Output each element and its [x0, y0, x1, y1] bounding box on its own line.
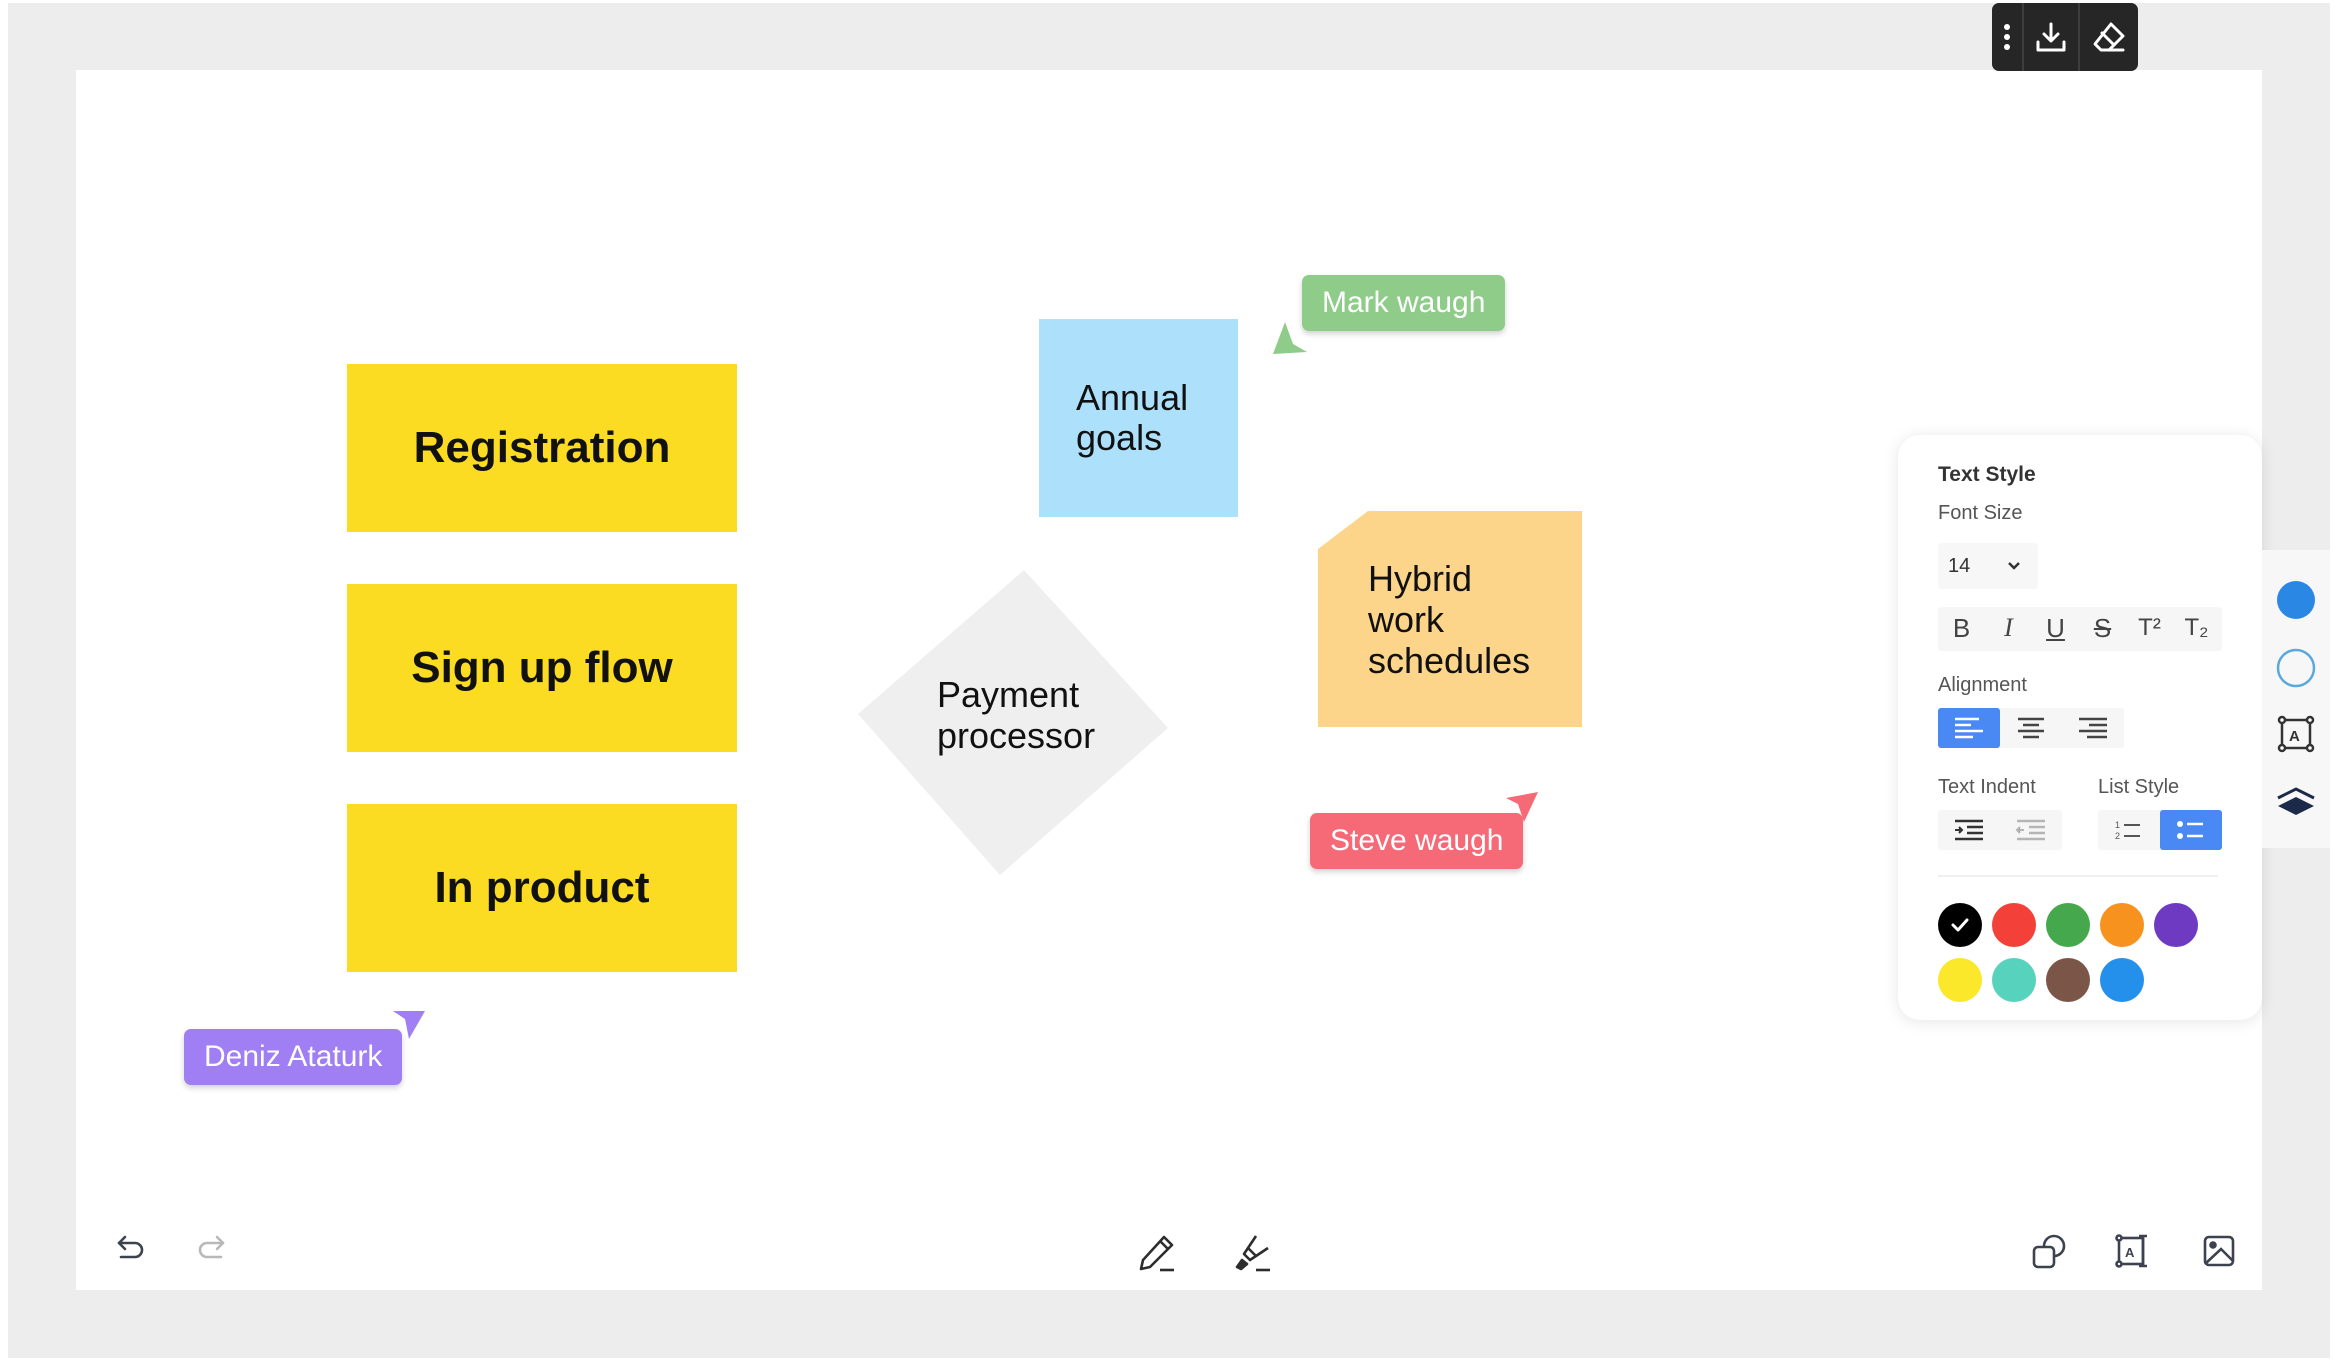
- color-swatch[interactable]: [1938, 903, 1982, 947]
- decrease-indent-icon: [2015, 819, 2045, 841]
- svg-text:2: 2: [2115, 831, 2120, 841]
- sticky-note-text: In product: [434, 863, 650, 912]
- format-buttons-group: B I U S T² T₂: [1938, 607, 2222, 651]
- color-swatch[interactable]: [1992, 903, 2036, 947]
- shapes-button[interactable]: [2024, 1226, 2074, 1276]
- align-right-button[interactable]: [2062, 708, 2124, 748]
- list-style-group: 12: [2098, 810, 2222, 850]
- image-button[interactable]: [2194, 1226, 2244, 1276]
- cursor-arrow-steve-waugh: [1506, 792, 1538, 822]
- layers-button[interactable]: [2262, 772, 2330, 832]
- cursor-label-steve-waugh: Steve waugh: [1310, 813, 1524, 869]
- sticky-note-registration[interactable]: Registration: [347, 364, 737, 532]
- align-left-button[interactable]: [1938, 708, 2000, 748]
- cursor-label-deniz-ataturk: Deniz Ataturk: [184, 1029, 403, 1085]
- highlighter-icon: [1235, 1235, 1270, 1272]
- sticky-note-annual-goals[interactable]: Annual goals: [1039, 319, 1238, 517]
- pen-tool-button[interactable]: [1132, 1228, 1182, 1278]
- font-size-select[interactable]: 14: [1938, 543, 2038, 589]
- alignment-group: [1938, 708, 2124, 748]
- side-toolbar: A: [2262, 550, 2330, 848]
- sticky-note-text: Sign up flow: [411, 643, 673, 692]
- redo-icon: [198, 1235, 225, 1259]
- color-swatch[interactable]: [1938, 958, 1982, 1002]
- bulleted-list-button[interactable]: [2160, 810, 2222, 850]
- more-options-button[interactable]: [1992, 3, 2022, 71]
- svg-text:A: A: [2125, 1245, 2135, 1260]
- align-center-button[interactable]: [2000, 708, 2062, 748]
- text-box-button[interactable]: A: [2262, 704, 2330, 764]
- bold-button[interactable]: B: [1938, 607, 1985, 649]
- fill-color-button[interactable]: [2262, 570, 2330, 630]
- color-swatch[interactable]: [2046, 903, 2090, 947]
- font-size-value: 14: [1948, 554, 1971, 577]
- layers-icon: [2277, 787, 2315, 815]
- color-swatch[interactable]: [2154, 903, 2198, 947]
- align-center-icon: [2018, 717, 2044, 739]
- bulleted-list-icon: [2177, 821, 2203, 839]
- sticky-note-text: Hybrid work schedules: [1368, 557, 1531, 681]
- border-color-button[interactable]: [2262, 638, 2330, 698]
- pen-icon: [1139, 1235, 1174, 1272]
- strikethrough-button[interactable]: S: [2079, 607, 2126, 649]
- fill-color-icon: [2277, 581, 2315, 619]
- top-toolbar: [1992, 3, 2138, 71]
- download-button[interactable]: [2024, 3, 2078, 71]
- shapes-icon: [2032, 1234, 2066, 1269]
- eraser-icon: [2093, 22, 2125, 52]
- more-vertical-icon: [2004, 24, 2010, 50]
- text-indent-label: Text Indent: [1938, 776, 2036, 798]
- text-box-icon: A: [2115, 1234, 2147, 1268]
- image-icon: [2203, 1235, 2235, 1267]
- superscript-button[interactable]: T²: [2126, 607, 2173, 649]
- checkmark-icon: [1951, 918, 1969, 932]
- color-swatch[interactable]: [2100, 903, 2144, 947]
- numbered-list-icon: 12: [2115, 820, 2140, 841]
- redo-button[interactable]: [186, 1224, 236, 1274]
- border-color-icon: [2276, 648, 2316, 688]
- sticky-note-sign-up-flow[interactable]: Sign up flow: [347, 584, 737, 752]
- sticky-note-text: Registration: [413, 423, 671, 472]
- subscript-button[interactable]: T₂: [2173, 607, 2220, 649]
- cursor-arrow-deniz-ataturk: [393, 1011, 425, 1039]
- undo-icon: [117, 1235, 144, 1259]
- numbered-list-button[interactable]: 12: [2098, 810, 2160, 850]
- alignment-label: Alignment: [1938, 674, 2027, 696]
- text-box-icon: A: [2277, 715, 2315, 753]
- text-indent-group: [1938, 810, 2062, 850]
- font-size-label: Font Size: [1938, 502, 2023, 524]
- list-style-label: List Style: [2098, 776, 2180, 798]
- align-left-icon: [1955, 717, 1983, 739]
- undo-button[interactable]: [106, 1224, 156, 1274]
- increase-indent-button[interactable]: [1938, 810, 2000, 850]
- increase-indent-icon: [1955, 819, 1983, 841]
- italic-button[interactable]: I: [1985, 607, 2032, 649]
- download-icon: [2036, 22, 2066, 52]
- svg-text:1: 1: [2115, 820, 2120, 830]
- diamond-shape-text: Payment processor: [937, 674, 1096, 756]
- align-right-icon: [2079, 717, 2107, 739]
- chevron-down-icon: [2008, 562, 2020, 570]
- sticky-note-text: Annual goals: [1076, 377, 1189, 458]
- panel-title: Text Style: [1938, 463, 2036, 486]
- color-swatch[interactable]: [1992, 958, 2036, 1002]
- sticky-note-in-product[interactable]: In product: [347, 804, 737, 972]
- decrease-indent-button[interactable]: [2000, 810, 2062, 850]
- color-swatch[interactable]: [2046, 958, 2090, 1002]
- panel-divider: [1938, 875, 2218, 877]
- text-style-panel: Text Style Font Size 14 B I U S T² T₂ Al…: [1898, 435, 2262, 1020]
- color-swatch[interactable]: [2100, 958, 2144, 1002]
- eraser-button[interactable]: [2080, 3, 2138, 71]
- sticky-note-hybrid-work[interactable]: Hybrid work schedules: [1318, 511, 1582, 727]
- cursor-label-mark-waugh: Mark waugh: [1302, 275, 1506, 331]
- underline-button[interactable]: U: [2032, 607, 2079, 649]
- svg-text:A: A: [2289, 728, 2300, 745]
- highlighter-tool-button[interactable]: [1228, 1228, 1278, 1278]
- text-box-tool-button[interactable]: A: [2108, 1226, 2158, 1276]
